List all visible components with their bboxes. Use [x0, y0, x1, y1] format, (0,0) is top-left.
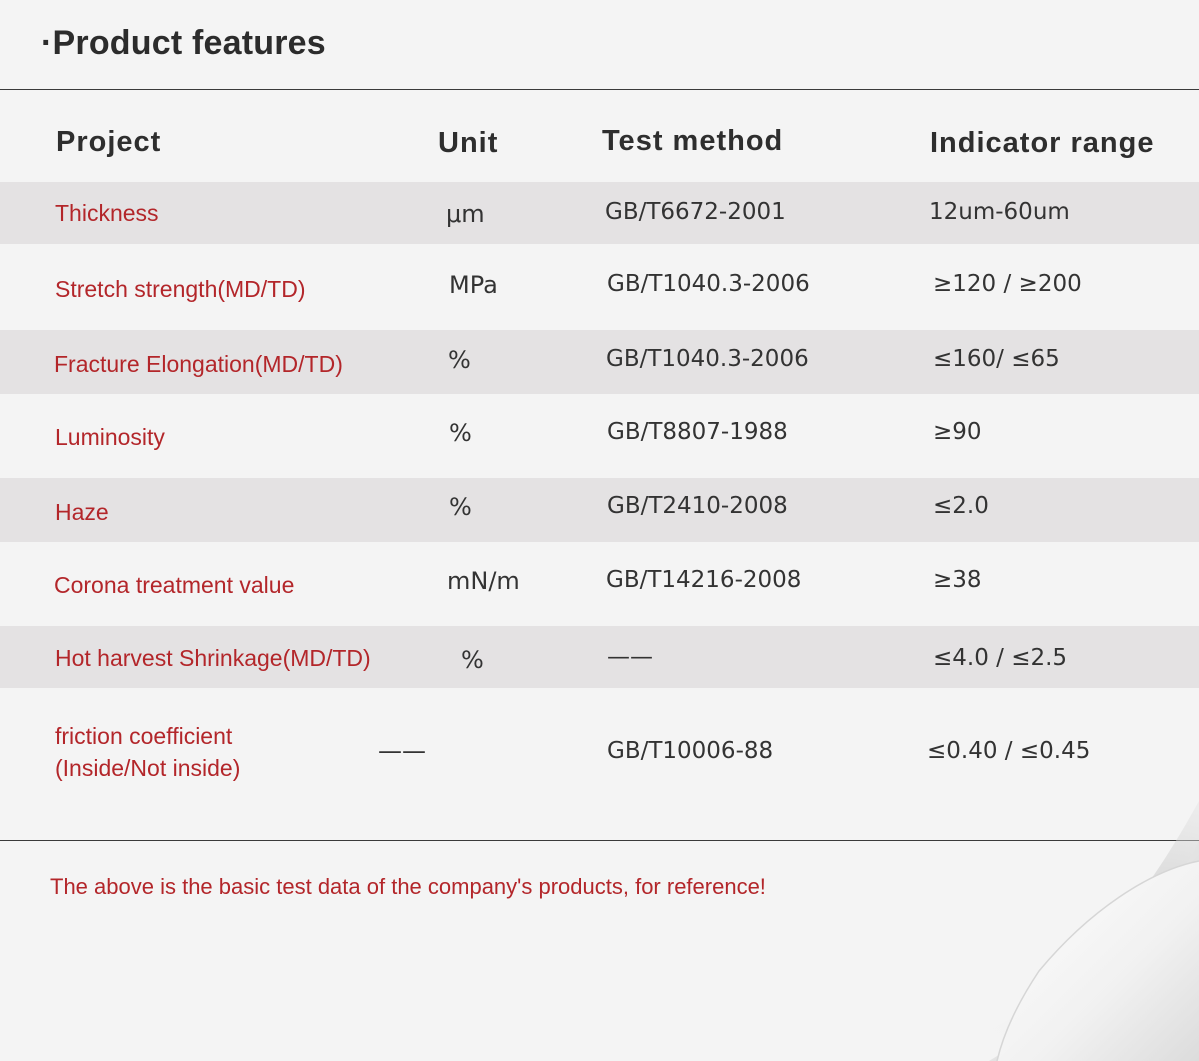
table-row: Fracture Elongation(MD/TD) % GB/T1040.3-… — [0, 330, 1199, 394]
table-row: Thickness μm GB/T6672-2001 12um-60um — [0, 182, 1199, 244]
product-features-page: ·Product features Project Unit Test meth… — [0, 0, 1199, 1061]
row-project: Thickness — [55, 200, 159, 226]
row-project: Fracture Elongation(MD/TD) — [54, 351, 343, 377]
row-project: Hot harvest Shrinkage(MD/TD) — [55, 645, 371, 671]
row-indicator-range: 12um-60um — [929, 199, 1070, 225]
row-project-line2: (Inside/Not inside) — [55, 755, 241, 781]
row-indicator-range: ≤0.40 / ≤0.45 — [927, 738, 1091, 764]
row-indicator-range: ≤160/ ≤65 — [933, 346, 1060, 372]
header-test-method: Test method — [602, 125, 784, 157]
table-header: Project Unit Test method Indicator range — [0, 110, 1199, 180]
table-row: friction coefficient (Inside/Not inside)… — [0, 688, 1199, 808]
row-unit: —— — [378, 737, 426, 765]
row-project: Haze — [55, 499, 109, 525]
row-test-method: —— — [607, 644, 653, 670]
row-indicator-range: ≥120 / ≥200 — [933, 271, 1082, 297]
row-project: Corona treatment value — [54, 572, 295, 598]
header-unit: Unit — [438, 127, 499, 159]
row-indicator-range: ≥90 — [933, 419, 982, 445]
table-row: Haze % GB/T2410-2008 ≤2.0 — [0, 478, 1199, 542]
header-project: Project — [56, 126, 162, 158]
row-test-method: GB/T6672-2001 — [605, 199, 786, 225]
row-unit: % — [449, 493, 472, 521]
row-project: Stretch strength(MD/TD) — [55, 276, 306, 302]
row-test-method: GB/T14216-2008 — [606, 567, 802, 593]
table-row: Stretch strength(MD/TD) MPa GB/T1040.3-2… — [0, 244, 1199, 330]
row-unit: % — [449, 419, 472, 447]
row-unit: % — [448, 346, 471, 374]
row-test-method: GB/T1040.3-2006 — [607, 271, 810, 297]
row-project: Luminosity — [55, 424, 165, 450]
row-unit: % — [461, 646, 484, 674]
row-test-method: GB/T1040.3-2006 — [606, 346, 809, 372]
row-indicator-range: ≤4.0 / ≤2.5 — [933, 645, 1068, 671]
row-indicator-range: ≥38 — [933, 567, 982, 593]
table-row: Luminosity % GB/T8807-1988 ≥90 — [0, 394, 1199, 478]
row-test-method: GB/T2410-2008 — [607, 493, 788, 519]
row-unit: MPa — [449, 271, 498, 299]
row-unit: mN/m — [447, 567, 520, 595]
page-curl-decoration — [859, 801, 1199, 1061]
row-project-line1: friction coefficient — [55, 723, 233, 749]
top-divider — [0, 89, 1199, 90]
table-row: Corona treatment value mN/m GB/T14216-20… — [0, 542, 1199, 626]
header-indicator-range: Indicator range — [930, 127, 1155, 159]
row-indicator-range: ≤2.0 — [933, 493, 989, 519]
row-test-method: GB/T8807-1988 — [607, 419, 788, 445]
row-project: friction coefficient (Inside/Not inside) — [55, 720, 240, 784]
row-unit: μm — [446, 200, 485, 228]
page-title: ·Product features — [41, 24, 326, 62]
row-test-method: GB/T10006-88 — [607, 738, 774, 764]
reference-note: The above is the basic test data of the … — [50, 874, 766, 899]
table-row: Hot harvest Shrinkage(MD/TD) % —— ≤4.0 /… — [0, 626, 1199, 688]
